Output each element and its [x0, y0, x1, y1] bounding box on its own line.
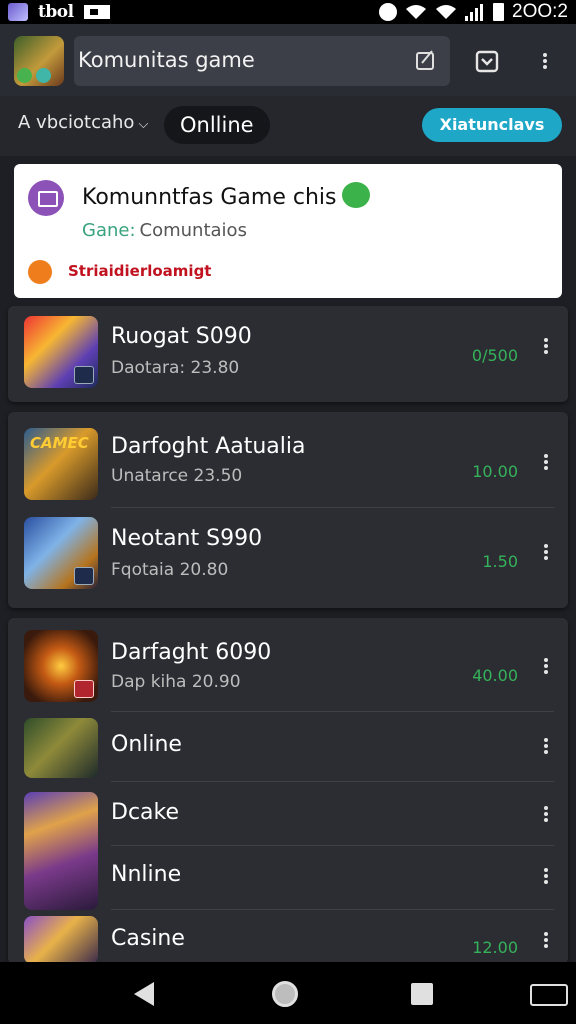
search-input[interactable]: Komunitas game [78, 48, 255, 72]
battery-icon [493, 3, 505, 21]
game-name: Neotant S990 [111, 526, 263, 551]
app-notification-icon [8, 3, 28, 21]
online-filter-chip[interactable]: Onlline [164, 106, 270, 144]
game-name: Dcake [111, 800, 180, 825]
game-value: 0/500 [471, 346, 518, 365]
category-dropdown[interactable]: A vbciotcaho ⌵ [18, 112, 148, 133]
recent-apps-icon[interactable] [411, 983, 433, 1005]
game-row[interactable]: Casine 12.00 [8, 910, 568, 964]
alert-icon [28, 260, 52, 284]
game-thumbnail [24, 916, 98, 964]
subtitle-value: Comuntaios [139, 220, 247, 241]
game-name: Ruogat S090 [111, 324, 252, 349]
overflow-menu-button[interactable] [530, 40, 560, 82]
game-thumbnail: CAMEC [24, 428, 98, 500]
subtitle-key: Gane: [82, 220, 136, 241]
game-meta: Dap kiha 20.90 [111, 672, 241, 692]
game-row[interactable]: Neotant S990 Fqotaia 20.80 1.50 [8, 508, 568, 608]
save-button[interactable] [466, 40, 508, 82]
game-name: Online [111, 732, 182, 757]
category-dropdown-label: A vbciotcaho [18, 112, 135, 133]
system-nav-bar [0, 962, 576, 1024]
game-group: CAMEC Darfoght Aatualia Unatarce 23.50 1… [8, 412, 568, 608]
back-icon[interactable] [134, 982, 154, 1006]
game-value: 12.00 [472, 938, 518, 957]
game-row[interactable]: Online [8, 712, 568, 782]
profile-avatar[interactable] [14, 36, 64, 86]
clock: 2OO:2 [512, 1, 568, 22]
game-name: Nnline [111, 862, 182, 887]
game-thumbnail [24, 718, 98, 778]
alert-text[interactable]: Striaidierloamigt [68, 262, 211, 280]
search-field[interactable]: Komunitas game [74, 36, 450, 86]
save-icon [475, 50, 499, 73]
thumbnail-label: CAMEC [30, 434, 89, 452]
game-row[interactable]: Ruogat S090 Daotara: 23.80 0/500 [8, 306, 568, 402]
game-name: Darfoght Aatualia [111, 434, 306, 459]
game-row[interactable]: CAMEC Darfoght Aatualia Unatarce 23.50 1… [8, 412, 568, 508]
verified-badge-icon [342, 182, 371, 208]
game-name: Casine [111, 926, 185, 951]
alarm-icon [379, 3, 398, 21]
more-vert-icon[interactable] [540, 930, 552, 954]
app-bar: Komunitas game [0, 24, 576, 96]
game-meta: Unatarce 23.50 [111, 466, 243, 486]
community-title: Komunntfas Game chis [82, 182, 371, 210]
status-bar: tbol 2OO:2 [0, 0, 576, 24]
more-vert-icon[interactable] [540, 452, 552, 476]
game-row[interactable]: Darfaght 6090 Dap kiha 20.90 40.00 [8, 618, 568, 712]
game-thumbnail [24, 630, 98, 702]
game-name: Darfaght 6090 [111, 640, 272, 665]
wifi-icon [406, 5, 427, 19]
community-title-text: Komunntfas Game chis [82, 185, 337, 210]
more-vert-icon [543, 51, 547, 71]
game-group: Ruogat S090 Daotara: 23.80 0/500 [8, 306, 568, 402]
wifi-alt-icon [436, 5, 457, 19]
more-vert-icon[interactable] [540, 656, 552, 680]
game-value: 10.00 [472, 462, 518, 481]
more-vert-icon[interactable] [540, 866, 552, 890]
more-vert-icon[interactable] [540, 736, 552, 760]
join-button[interactable]: Xiatunclavs [422, 108, 562, 142]
more-vert-icon[interactable] [540, 804, 552, 828]
game-thumbnail [24, 517, 98, 589]
game-value: 1.50 [482, 552, 518, 571]
more-vert-icon[interactable] [540, 542, 552, 566]
game-meta: Fqotaia 20.80 [111, 560, 229, 580]
game-row[interactable]: Nnline [8, 846, 568, 910]
premium-badge-icon [36, 68, 51, 83]
chat-icon [28, 180, 64, 216]
more-vert-icon[interactable] [540, 336, 552, 360]
signal-icon [465, 3, 485, 21]
filter-bar: A vbciotcaho ⌵ Onlline Xiatunclavs [0, 96, 576, 156]
edit-icon[interactable] [414, 48, 438, 72]
carrier-label: tbol [38, 2, 74, 22]
grid-badge-icon [74, 680, 94, 698]
keyboard-icon[interactable] [530, 984, 568, 1006]
chevron-down-icon: ⌵ [138, 117, 149, 132]
game-meta: Daotara: 23.80 [111, 358, 240, 378]
grid-badge-icon [74, 366, 94, 384]
home-icon[interactable] [272, 981, 298, 1007]
community-subtitle: Gane: Comuntaios [82, 220, 247, 241]
game-group: Darfaght 6090 Dap kiha 20.90 40.00 Onlin… [8, 618, 568, 964]
online-badge-icon [17, 68, 32, 83]
flag-icon [83, 5, 110, 19]
community-card[interactable]: Komunntfas Game chis Gane: Comuntaios Str… [14, 164, 562, 298]
grid-badge-icon [74, 567, 94, 585]
game-row[interactable]: Dcake [8, 782, 568, 910]
game-value: 40.00 [472, 666, 518, 685]
game-thumbnail [24, 316, 98, 388]
